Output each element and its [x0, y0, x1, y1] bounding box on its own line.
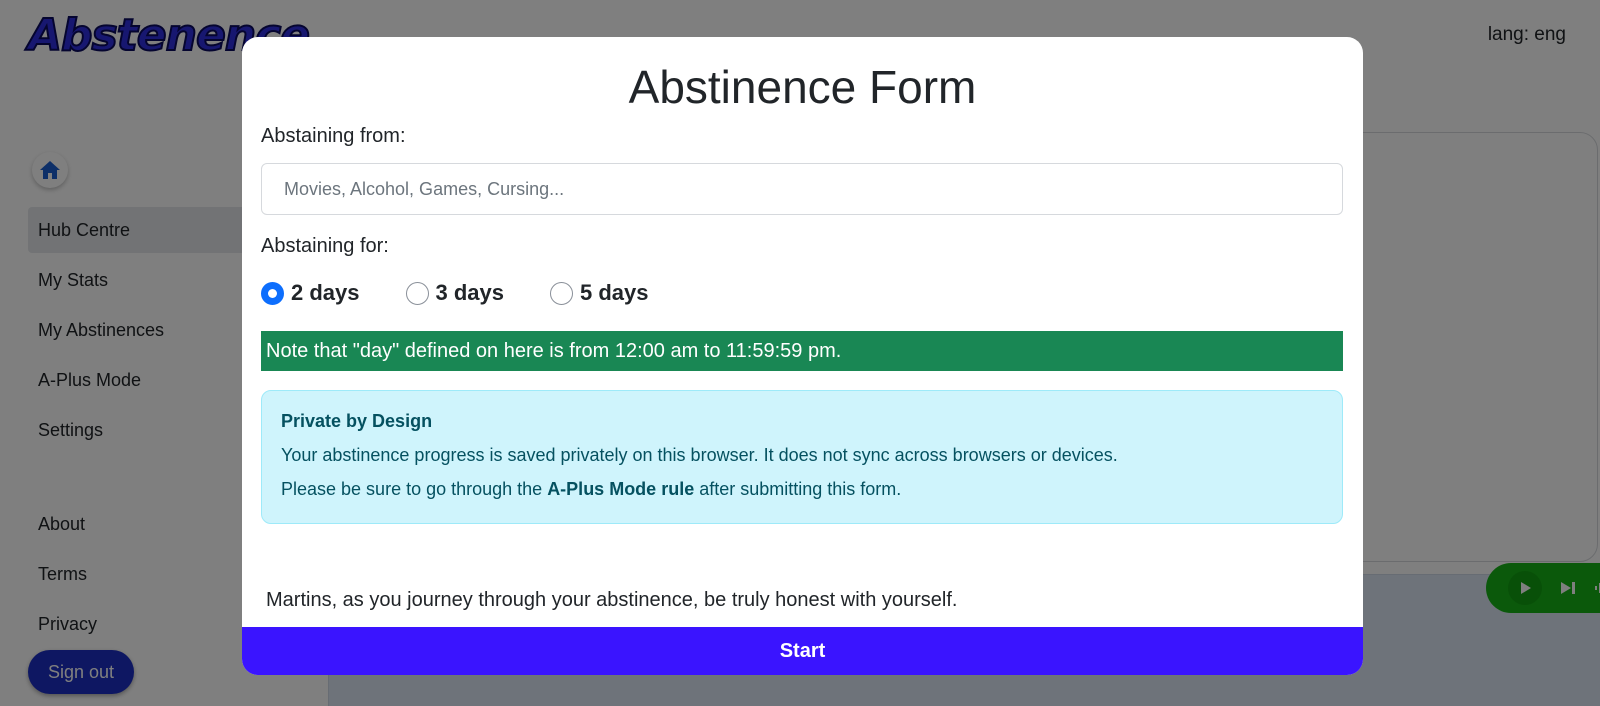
- info-rule-suffix: after submitting this form.: [694, 479, 902, 499]
- honesty-message: Martins, as you journey through your abs…: [266, 589, 958, 611]
- info-line-rule: Please be sure to go through the A-Plus …: [281, 477, 1323, 501]
- abstaining-from-label: Abstaining from:: [261, 125, 406, 147]
- radio-label-3-days[interactable]: 3 days: [436, 280, 505, 306]
- info-line-sync: Your abstinence progress is saved privat…: [281, 445, 1118, 465]
- start-button[interactable]: Start: [242, 627, 1363, 675]
- abstaining-from-input[interactable]: [261, 163, 1343, 215]
- radio-5-days[interactable]: [550, 281, 573, 305]
- day-definition-note: Note that "day" defined on here is from …: [261, 331, 1343, 371]
- radio-3-days[interactable]: [405, 281, 429, 305]
- duration-option-2-days[interactable]: 2 days: [261, 280, 360, 306]
- app-root: Abstenence lang: eng Hub Centre My Stats…: [0, 0, 1600, 706]
- abstinence-form-modal: Abstinence Form Abstaining from: Abstain…: [242, 37, 1363, 675]
- abstaining-for-label: Abstaining for:: [261, 235, 389, 257]
- radio-label-5-days[interactable]: 5 days: [580, 280, 649, 306]
- privacy-info-box: Private by Design Your abstinence progre…: [261, 390, 1343, 524]
- duration-radio-group: 2 days 3 days 5 days: [261, 277, 695, 309]
- info-rule-prefix: Please be sure to go through the: [281, 479, 548, 499]
- duration-option-3-days[interactable]: 3 days: [405, 280, 505, 306]
- duration-option-5-days[interactable]: 5 days: [550, 280, 649, 306]
- radio-2-days[interactable]: [261, 281, 284, 305]
- info-title: Private by Design: [281, 411, 433, 431]
- a-plus-mode-rule: A-Plus Mode rule: [547, 479, 695, 499]
- radio-label-2-days[interactable]: 2 days: [291, 280, 360, 306]
- modal-title: Abstinence Form: [628, 61, 977, 113]
